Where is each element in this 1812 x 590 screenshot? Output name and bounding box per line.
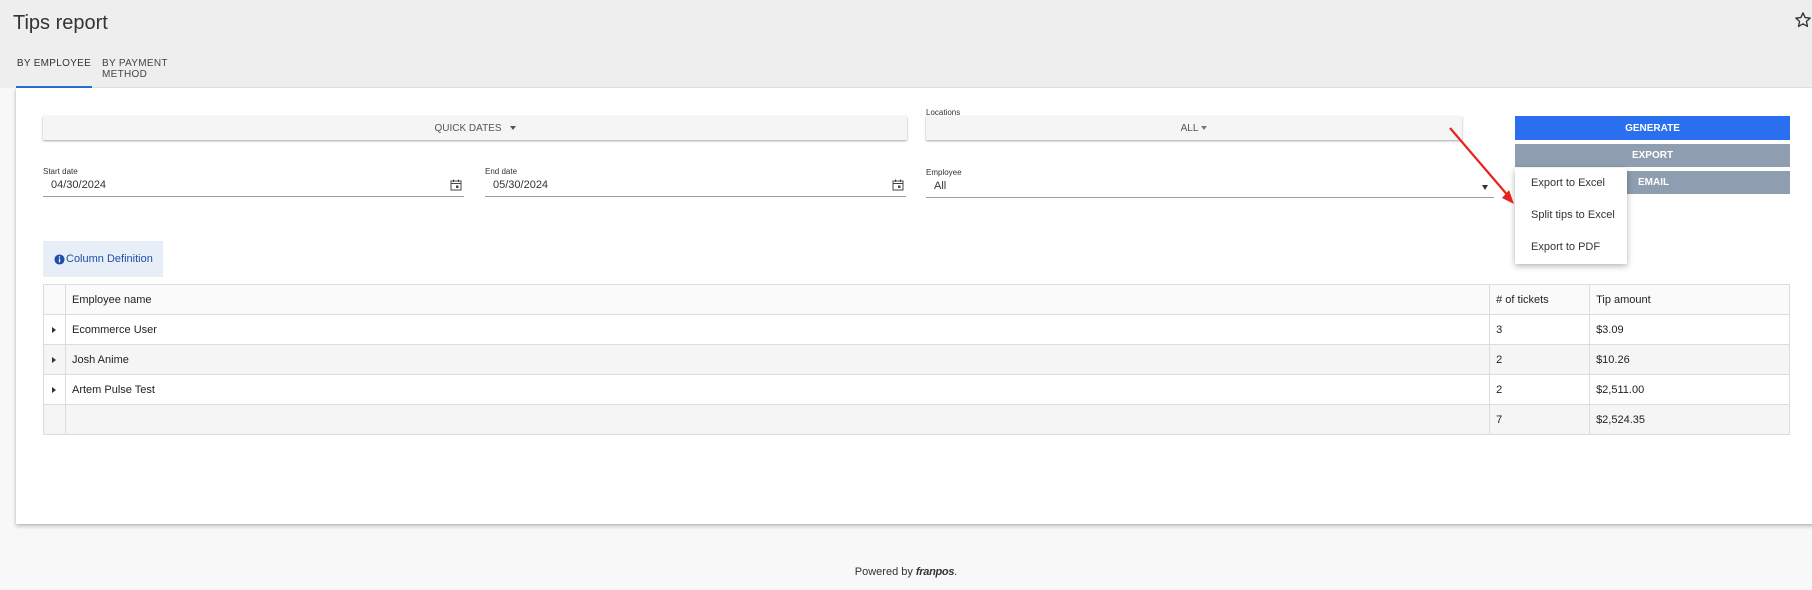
calendar-icon[interactable]: [450, 179, 462, 191]
start-date-field[interactable]: 04/30/2024: [43, 177, 464, 197]
total-label-cell: [64, 404, 1491, 435]
tab-by-payment-method[interactable]: BY PAYMENT METHOD: [102, 58, 202, 88]
start-date-value: 04/30/2024: [51, 179, 107, 191]
header-tip-amount[interactable]: Tip amount: [1589, 284, 1790, 315]
table-row[interactable]: Josh Anime 2 $10.26: [43, 344, 1790, 375]
cell-tip-amount: $3.09: [1589, 314, 1790, 345]
page-header: Tips report BY EMPLOYEE BY PAYMENT METHO…: [0, 0, 1812, 88]
row-expander[interactable]: [43, 374, 66, 405]
locations-select[interactable]: ALL: [926, 116, 1462, 140]
menu-item-export-excel[interactable]: Export to Excel: [1531, 177, 1605, 189]
expand-column-header: [43, 284, 66, 315]
row-expander[interactable]: [43, 344, 66, 375]
quick-dates-button[interactable]: QUICK DATES: [43, 116, 907, 140]
row-expander[interactable]: [43, 314, 66, 345]
red-arrow-annotation: [1449, 127, 1514, 204]
brand-logo: franpos: [915, 566, 955, 578]
header-tickets[interactable]: # of tickets: [1489, 284, 1591, 315]
column-definition-label: Column Definition: [66, 253, 153, 265]
quick-dates-label: QUICK DATES: [434, 122, 502, 134]
expand-arrow-icon[interactable]: [52, 326, 57, 333]
info-icon: [54, 253, 65, 265]
table-row[interactable]: Artem Pulse Test 2 $2,511.00: [43, 374, 1790, 405]
expand-arrow-icon[interactable]: [52, 356, 57, 363]
end-date-label: End date: [485, 167, 518, 176]
page-title: Tips report: [13, 12, 108, 34]
locations-value: ALL: [1180, 122, 1199, 134]
cell-employee-name: Ecommerce User: [64, 314, 1491, 345]
footer: Powered by franpos.: [0, 566, 1812, 578]
cell-tickets: 2: [1489, 344, 1591, 375]
total-tickets: 7: [1489, 404, 1591, 435]
cell-tip-amount: $10.26: [1589, 344, 1790, 375]
menu-item-export-pdf[interactable]: Export to PDF: [1531, 241, 1600, 253]
generate-button[interactable]: GENERATE: [1515, 116, 1790, 140]
email-label: EMAIL: [1638, 177, 1670, 188]
start-date-label: Start date: [43, 167, 78, 176]
tab-by-employee[interactable]: BY EMPLOYEE: [16, 58, 92, 88]
export-dropdown-menu: Export to Excel Split tips to Excel Expo…: [1515, 168, 1627, 264]
chevron-down-icon: [509, 126, 516, 130]
total-expander-cell: [43, 404, 66, 435]
cell-employee-name: Artem Pulse Test: [64, 374, 1491, 405]
end-date-value: 05/30/2024: [493, 179, 549, 191]
cell-tickets: 2: [1489, 374, 1591, 405]
column-definition-button[interactable]: Column Definition: [43, 241, 163, 277]
employee-select[interactable]: All: [926, 175, 1494, 198]
cell-tip-amount: $2,511.00: [1589, 374, 1790, 405]
star-outline-icon[interactable]: [1793, 10, 1812, 30]
table-header-row: Employee name # of tickets Tip amount: [43, 284, 1790, 315]
end-date-field[interactable]: 05/30/2024: [485, 177, 906, 197]
cell-employee-name: Josh Anime: [64, 344, 1491, 375]
chevron-down-icon: [1201, 126, 1208, 130]
header-employee-name[interactable]: Employee name: [64, 284, 1491, 315]
total-tip-amount: $2,524.35: [1589, 404, 1790, 435]
brand-suffix: .: [954, 566, 958, 578]
tips-table: Employee name # of tickets Tip amount Ec…: [43, 284, 1790, 435]
menu-item-split-tips-excel[interactable]: Split tips to Excel: [1531, 209, 1615, 221]
powered-by-text: Powered by: [854, 566, 913, 578]
cell-tickets: 3: [1489, 314, 1591, 345]
calendar-icon[interactable]: [892, 179, 904, 191]
table-total-row: 7 $2,524.35: [43, 404, 1790, 435]
employee-value: All: [934, 180, 947, 192]
export-button[interactable]: EXPORT: [1515, 144, 1790, 167]
expand-arrow-icon[interactable]: [52, 386, 57, 393]
table-row[interactable]: Ecommerce User 3 $3.09: [43, 314, 1790, 345]
